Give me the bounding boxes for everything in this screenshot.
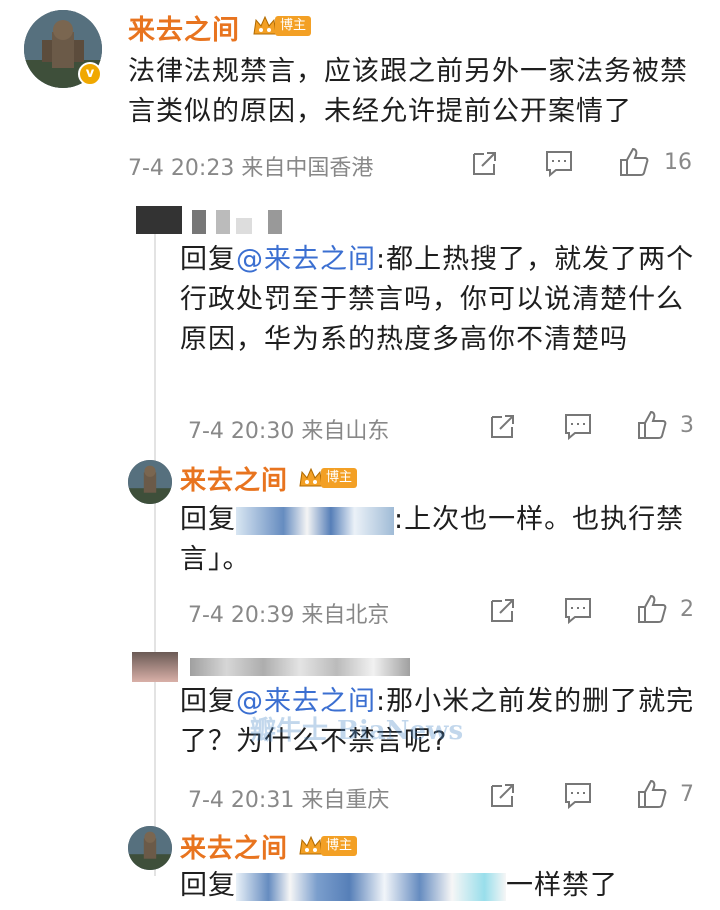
timestamp-location: 7-4 20:31 来自重庆 [188,788,390,813]
comment-icon[interactable] [563,595,593,625]
blurred-username [132,652,422,682]
blogger-badge: 博主 [298,834,358,858]
badge-label: 博主 [275,16,312,36]
comment-icon[interactable] [544,148,574,178]
blogger-badge: 博主 [252,14,312,38]
blurred-mention [236,506,394,535]
verified-badge-icon: v [78,62,102,86]
thumbs-up-icon[interactable] [636,778,668,810]
blurred-mention [236,872,506,901]
share-icon[interactable] [488,780,518,810]
username[interactable]: 来去之间 [180,460,288,497]
like-count: 16 [664,150,692,175]
mention-link[interactable]: @来去之间 [236,244,376,275]
thumbs-up-icon[interactable] [618,146,650,178]
blurred-username [136,206,306,234]
avatar[interactable] [128,460,172,504]
comment-icon[interactable] [563,780,593,810]
username[interactable]: 来去之间 [180,828,288,865]
thread-line [154,216,156,876]
watermark: 瓣牛士 BiaNews [250,716,464,746]
timestamp-location: 7-4 20:23 来自中国香港 [128,156,374,181]
like-count: 7 [680,782,694,807]
badge-label: 博主 [321,836,358,856]
like-count: 3 [680,413,694,438]
like-count: 2 [680,597,694,622]
reply-text: 回复:上次也一样。也执行禁言」。 [180,504,685,575]
share-icon[interactable] [488,595,518,625]
reply-text: 回复 一样禁了 [180,870,618,901]
comment-text: 法律法规禁言，应该跟之前另外一家法务被禁言类似的原因，未经允许提前公开案情了 [128,56,688,127]
share-icon[interactable] [488,411,518,441]
share-icon[interactable] [470,148,500,178]
thumbs-up-icon[interactable] [636,409,668,441]
avatar[interactable] [128,826,172,870]
username[interactable]: 来去之间 [128,8,240,47]
reply-text: 回复@来去之间:都上热搜了，就发了两个行政处罚至于禁言吗，你可以说清楚什么原因，… [180,244,695,355]
timestamp-location: 7-4 20:30 来自山东 [188,419,390,444]
badge-label: 博主 [321,468,358,488]
timestamp-location: 7-4 20:39 来自北京 [188,603,390,628]
blogger-badge: 博主 [298,466,358,490]
comment-icon[interactable] [563,411,593,441]
thumbs-up-icon[interactable] [636,593,668,625]
